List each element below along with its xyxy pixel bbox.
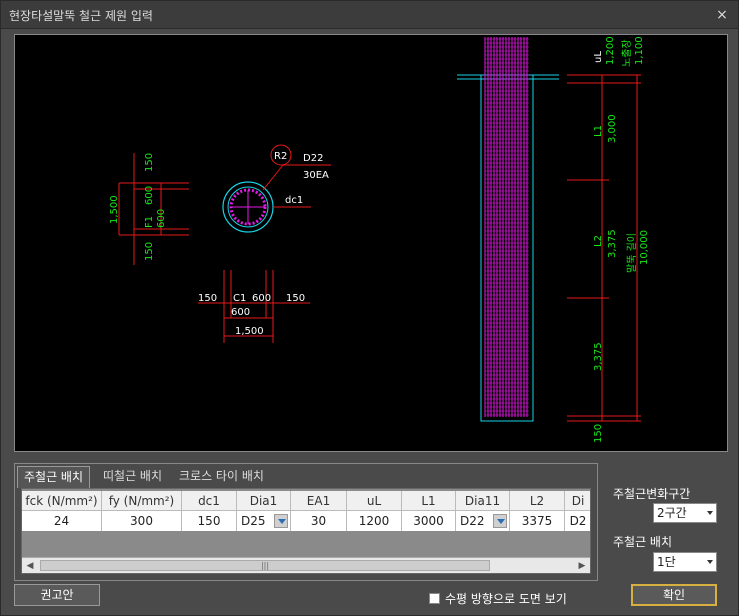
window-title: 현장타설말뚝 철근 제원 입력	[9, 9, 153, 23]
table-row: 24 300 150 D25 30 1200 3000 D22 3375 D2	[22, 511, 590, 531]
layer-value: 1단	[657, 555, 676, 569]
l2-val: 3,375	[607, 229, 618, 258]
zone-value: 2구간	[657, 506, 687, 520]
bottom-150: 150	[593, 424, 604, 443]
cell-ea1[interactable]: 30	[291, 511, 347, 531]
ul-label: uL	[593, 51, 604, 63]
header-ea1[interactable]: EA1	[291, 491, 347, 511]
tab-main-rebar[interactable]: 주철근 배치	[17, 466, 91, 488]
scroll-left-icon[interactable]: ◀	[24, 560, 36, 572]
chevron-down-icon	[707, 560, 713, 564]
chevron-down-icon[interactable]	[493, 514, 507, 528]
l1-val: 3,000	[607, 114, 618, 143]
horizontal-view-checkbox[interactable]	[429, 593, 440, 604]
ul-val: 1,200	[605, 36, 616, 65]
ok-button[interactable]: 확인	[631, 584, 717, 606]
horizontal-view-label: 수평 방향으로 도면 보기	[445, 592, 567, 606]
rebar-grid: fck (N/mm²) fy (N/mm²) dc1 Dia1 EA1 uL L…	[21, 488, 591, 574]
header-di[interactable]: Di	[565, 491, 590, 511]
header-ul[interactable]: uL	[347, 491, 402, 511]
cell-fck[interactable]: 24	[22, 511, 102, 531]
layer-label: 주철근 배치	[613, 535, 673, 549]
header-fy[interactable]: fy (N/mm²)	[102, 491, 182, 511]
bot-150-left: 150	[198, 293, 217, 304]
recommend-button[interactable]: 권고안	[14, 584, 100, 606]
tab-tie-rebar[interactable]: 띠철근 배치	[97, 466, 168, 486]
cell-dia11[interactable]: D22	[456, 511, 510, 531]
l3-val: 3,375	[593, 342, 604, 371]
dialog-window: 현장타설말뚝 철근 제원 입력 × R2 D22 30EA dc1 150 60…	[0, 0, 739, 616]
header-fck[interactable]: fck (N/mm²)	[22, 491, 102, 511]
leader-d22	[262, 164, 284, 191]
zone-select[interactable]: 2구간	[653, 503, 717, 523]
cell-dia11-value: D22	[460, 514, 485, 528]
header-dia1[interactable]: Dia1	[237, 491, 291, 511]
header-dia11[interactable]: Dia11	[456, 491, 510, 511]
r2-label: R2	[274, 151, 287, 162]
grid-header: fck (N/mm²) fy (N/mm²) dc1 Dia1 EA1 uL L…	[22, 491, 590, 511]
tab-cross-tie[interactable]: 크로스 타이 배치	[173, 466, 270, 486]
header-l1[interactable]: L1	[402, 491, 456, 511]
bot-600-sub: 600	[231, 307, 250, 318]
dim-150-bottom: 150	[144, 242, 155, 261]
cell-l2[interactable]: 3375	[510, 511, 565, 531]
cell-dc1[interactable]: 150	[182, 511, 237, 531]
layer-select[interactable]: 1단	[653, 552, 717, 572]
zone-label: 주철근변화구간	[613, 487, 691, 501]
dim-150-top: 150	[144, 153, 155, 172]
rebar-cage	[484, 37, 529, 417]
close-button[interactable]: ×	[712, 5, 732, 25]
cell-l1[interactable]: 3000	[402, 511, 456, 531]
ea-label: 30EA	[303, 170, 329, 181]
cell-di[interactable]: D2	[565, 511, 590, 531]
pile-drawing: R2 D22 30EA dc1 150 600 1,500 F1 600 150	[109, 36, 650, 443]
exposed-label: 노출장	[621, 39, 633, 67]
dim-1500-left: 1,500	[109, 195, 120, 224]
cell-dia1-value: D25	[241, 514, 266, 528]
cell-fy[interactable]: 300	[102, 511, 182, 531]
f1-label: F1	[144, 216, 155, 228]
chevron-down-icon[interactable]	[274, 514, 288, 528]
pile-depth-label: 말뚝 길이	[625, 233, 638, 273]
d22-label: D22	[303, 153, 323, 164]
l1-label: L1	[593, 125, 604, 137]
drawing-canvas: R2 D22 30EA dc1 150 600 1,500 F1 600 150	[14, 34, 728, 452]
dim-600-upper: 600	[144, 186, 155, 205]
pile-depth-val: 10,000	[639, 230, 650, 265]
bot-600: 600	[252, 293, 271, 304]
scroll-right-icon[interactable]: ▶	[576, 560, 588, 572]
header-l2[interactable]: L2	[510, 491, 565, 511]
cell-dia1[interactable]: D25	[237, 511, 291, 531]
dc1-label: dc1	[285, 195, 303, 206]
title-bar: 현장타설말뚝 철근 제원 입력 ×	[1, 1, 738, 29]
horizontal-scrollbar[interactable]: ◀ ||| ▶	[22, 557, 590, 573]
c1-label: C1	[233, 293, 246, 304]
tabs-panel: 주철근 배치 띠철근 배치 크로스 타이 배치 fck (N/mm²) fy (…	[14, 463, 598, 581]
cell-ul[interactable]: 1200	[347, 511, 402, 531]
bot-1500: 1,500	[235, 326, 264, 337]
exposed-val: 1,100	[634, 36, 645, 65]
bot-150-right: 150	[286, 293, 305, 304]
chevron-down-icon	[707, 511, 713, 515]
l2-label: L2	[593, 235, 604, 247]
header-dc1[interactable]: dc1	[182, 491, 237, 511]
dim-600-lower: 600	[156, 209, 167, 228]
scroll-thumb[interactable]: |||	[40, 560, 490, 571]
